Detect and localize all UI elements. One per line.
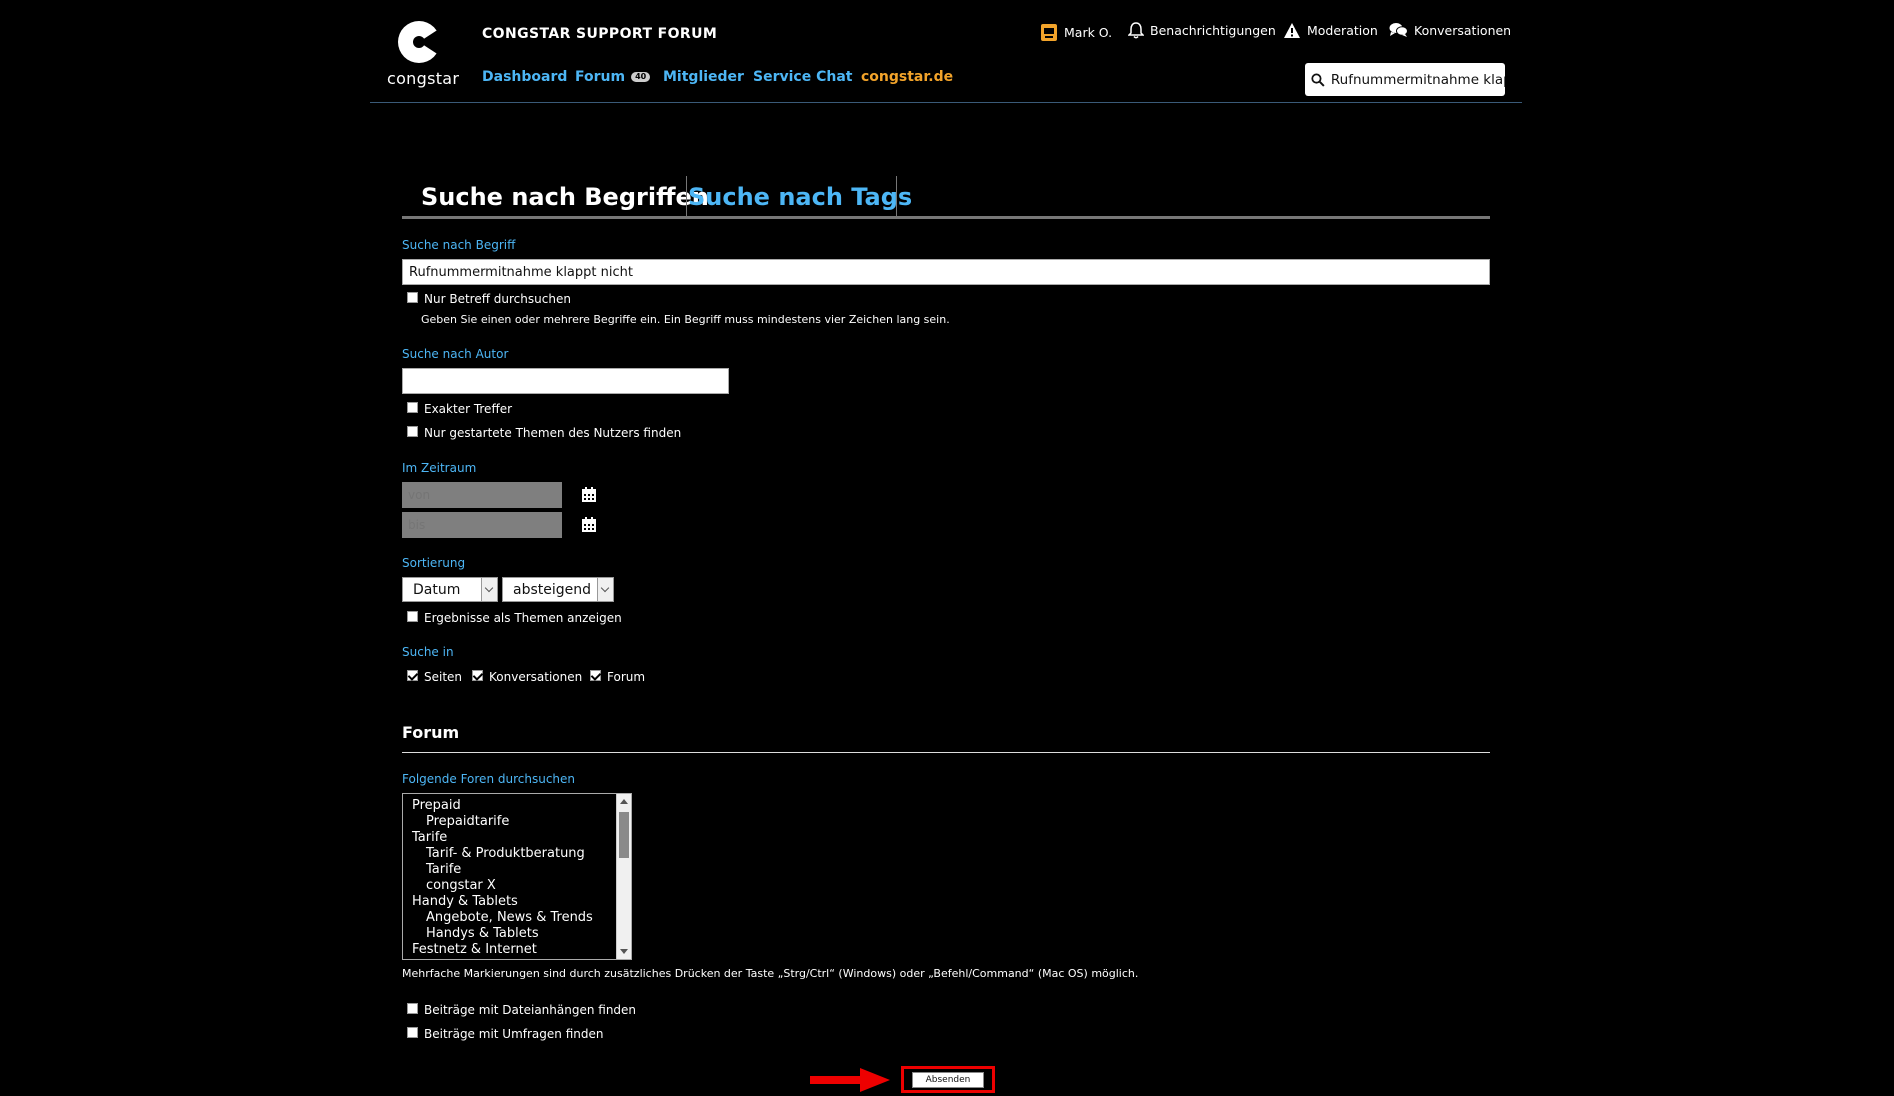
search-in-conversations-label: Konversationen [489, 670, 583, 684]
moderation-label: Moderation [1307, 23, 1378, 38]
sort-field-value: Datum [413, 581, 461, 598]
polls-checkbox[interactable] [407, 1027, 418, 1038]
author-input[interactable] [402, 368, 729, 394]
tab-search-terms[interactable]: Suche nach Begriffen [421, 183, 709, 211]
user-menu[interactable]: Mark O. [1040, 22, 1112, 42]
listbox-scrollbar[interactable] [616, 794, 631, 959]
sort-order-value: absteigend [513, 581, 592, 598]
notifications-link[interactable]: Benachrichtigungen [1128, 22, 1276, 39]
date-from-input[interactable] [402, 482, 562, 508]
red-arrow-icon [810, 1068, 890, 1092]
sort-order-select[interactable]: absteigend [502, 577, 614, 602]
forum-listbox[interactable]: Prepaid Prepaidtarife Tarife Tarif- & Pr… [402, 793, 632, 960]
notifications-label: Benachrichtigungen [1150, 23, 1276, 38]
forum-count-badge: 40 [631, 72, 651, 82]
scroll-thumb[interactable] [619, 812, 629, 858]
term-label: Suche nach Begriff [402, 238, 516, 252]
nav-congstar-de[interactable]: congstar.de [861, 69, 953, 85]
polls-label: Beiträge mit Umfragen finden [424, 1027, 604, 1041]
tab-search-tags[interactable]: Suche nach Tags [688, 183, 912, 211]
period-label: Im Zeitraum [402, 461, 477, 475]
forum-section-title: Forum [402, 723, 460, 742]
subject-only-label: Nur Betreff durchsuchen [424, 292, 571, 306]
nav-service-chat[interactable]: Service Chat [753, 69, 852, 85]
calendar-icon[interactable] [581, 486, 597, 503]
forum-section-divider [402, 752, 1490, 753]
submit-button[interactable]: Absenden [912, 1072, 984, 1088]
list-item[interactable]: Prepaidtarife [426, 814, 509, 829]
exact-match-label: Exakter Treffer [424, 402, 513, 416]
term-hint: Geben Sie einen oder mehrere Begriffe ei… [421, 313, 950, 326]
list-item[interactable]: Tarife [412, 830, 447, 845]
nav-forum-label: Forum [575, 69, 626, 85]
started-topics-label: Nur gestartete Themen des Nutzers finden [424, 426, 682, 440]
search-in-forum-label: Forum [607, 670, 646, 684]
search-in-forum-checkbox[interactable] [590, 670, 601, 681]
attachments-checkbox[interactable] [407, 1003, 418, 1014]
calendar-icon[interactable] [581, 516, 597, 533]
warning-icon [1284, 23, 1300, 38]
moderation-link[interactable]: Moderation [1283, 22, 1378, 39]
exact-match-checkbox[interactable] [407, 402, 418, 413]
search-in-pages-checkbox[interactable] [407, 670, 418, 681]
list-item[interactable]: Tarife [426, 862, 461, 877]
forum-title[interactable]: CONGSTAR SUPPORT FORUM [482, 26, 717, 42]
chat-bubbles-icon [1389, 23, 1408, 37]
bell-icon [1128, 22, 1144, 39]
list-item[interactable]: Handy & Tablets [412, 894, 518, 909]
nav-forum[interactable]: Forum 40 [575, 69, 651, 85]
nav-mitglieder[interactable]: Mitglieder [663, 69, 744, 85]
term-input[interactable] [402, 259, 1490, 285]
scroll-up-icon[interactable] [620, 799, 628, 804]
sort-field-select[interactable]: Datum [402, 577, 498, 602]
date-to-input[interactable] [402, 512, 562, 538]
congstar-logo-icon[interactable] [396, 19, 442, 65]
header-search-input[interactable] [1330, 71, 1505, 88]
chevron-down-icon [481, 578, 497, 601]
results-as-topics-label: Ergebnisse als Themen anzeigen [424, 611, 622, 625]
search-in-pages-label: Seiten [424, 670, 463, 684]
user-name: Mark O. [1064, 24, 1113, 40]
tab-separator [686, 176, 687, 218]
subject-only-checkbox[interactable] [407, 292, 418, 303]
avatar [1041, 24, 1057, 41]
attachments-label: Beiträge mit Dateianhängen finden [424, 1003, 637, 1017]
nav-dashboard[interactable]: Dashboard [482, 69, 567, 85]
list-item[interactable]: congstar X [426, 878, 496, 893]
conversations-label: Konversationen [1414, 22, 1512, 38]
search-in-conversations-checkbox[interactable] [472, 670, 483, 681]
conversations-link[interactable]: Konversationen [1389, 22, 1511, 38]
search-icon[interactable] [1311, 72, 1325, 87]
list-item[interactable]: Handys & Tablets [426, 926, 539, 941]
header-divider [370, 102, 1522, 103]
tab-underline [402, 216, 1490, 219]
started-topics-checkbox[interactable] [407, 426, 418, 437]
header-search[interactable] [1305, 63, 1505, 96]
sort-label: Sortierung [402, 556, 466, 570]
results-as-topics-checkbox[interactable] [407, 611, 418, 622]
list-item[interactable]: Prepaid [412, 798, 461, 813]
chevron-down-icon [597, 578, 613, 601]
forum-list-label: Folgende Foren durchsuchen [402, 772, 576, 786]
scroll-down-icon[interactable] [620, 949, 628, 954]
search-in-label: Suche in [402, 645, 454, 659]
author-label: Suche nach Autor [402, 347, 509, 361]
logo-text: congstar [387, 69, 460, 88]
tab-separator [896, 176, 897, 218]
multi-select-hint: Mehrfache Markierungen sind durch zusätz… [402, 967, 1139, 980]
list-item[interactable]: Tarif- & Produktberatung [426, 846, 585, 861]
list-item[interactable]: Festnetz & Internet [412, 942, 537, 957]
list-item[interactable]: Angebote, News & Trends [426, 910, 593, 925]
